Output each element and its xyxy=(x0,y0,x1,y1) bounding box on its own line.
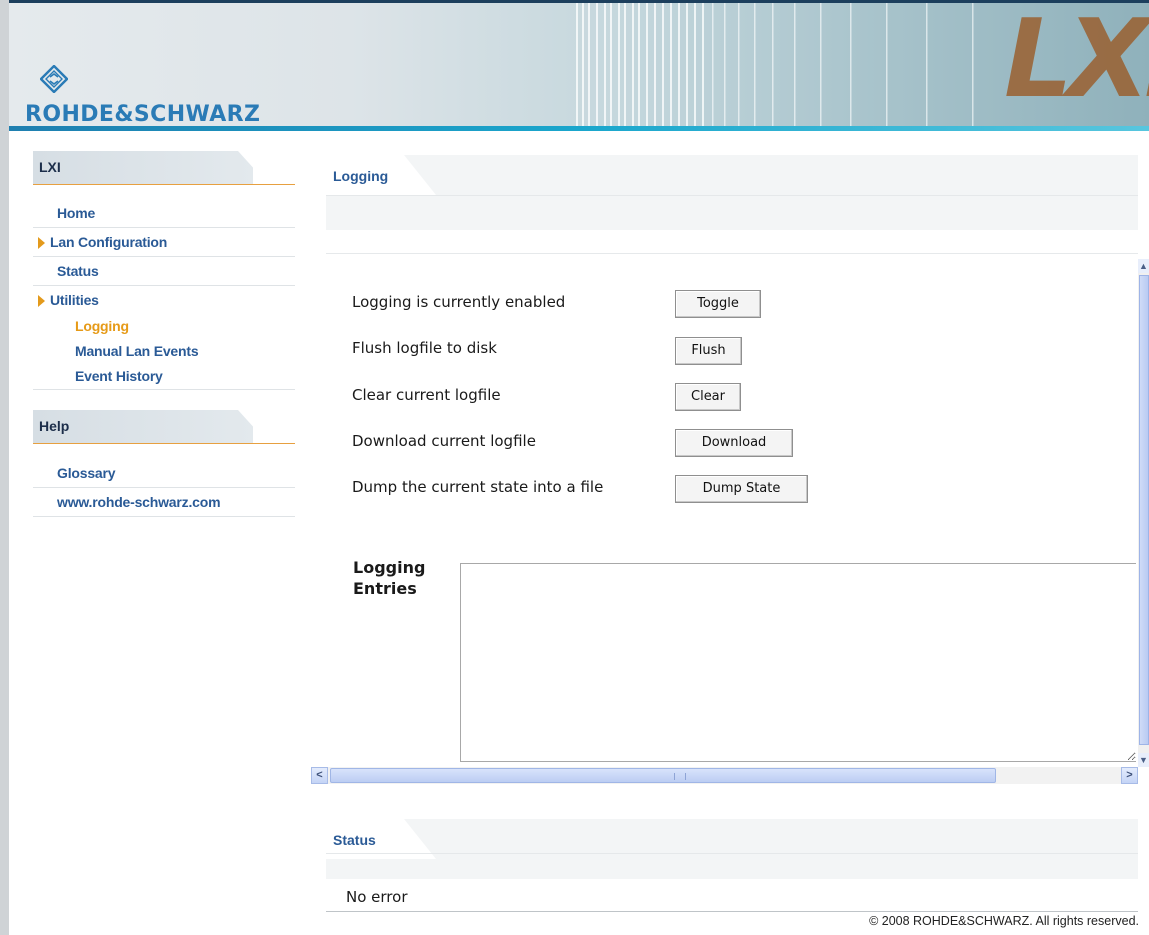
sidebar-subitem-logging[interactable]: Logging xyxy=(75,318,129,334)
header-bar xyxy=(576,3,578,131)
brand-name: ROHDE&SCHWARZ xyxy=(25,102,261,127)
horizontal-scroll-thumb[interactable] xyxy=(330,768,996,783)
caret-right-icon xyxy=(38,237,45,249)
logging-entries-textarea[interactable] xyxy=(460,563,1136,762)
lxi-logo: LXI xyxy=(1004,3,1149,124)
scroll-up-icon[interactable]: ▲ xyxy=(1138,259,1149,273)
status-section-header: Status xyxy=(326,819,1138,879)
header-bar xyxy=(702,3,704,131)
header-bar xyxy=(618,3,620,131)
flush-label: Flush logfile to disk xyxy=(352,339,497,357)
sidebar-item-lan-configuration[interactable]: Lan Configuration xyxy=(33,228,295,257)
logging-entries-label: Logging Entries xyxy=(353,558,426,598)
sidebar-item-label: Lan Configuration xyxy=(50,234,168,250)
scroll-right-icon[interactable]: > xyxy=(1121,767,1138,784)
sidebar-item-glossary[interactable]: Glossary xyxy=(33,459,295,488)
horizontal-scrollbar[interactable]: < > xyxy=(311,767,1138,784)
vertical-scroll-thumb[interactable] xyxy=(1139,275,1149,745)
sidebar-item-label: Utilities xyxy=(50,292,99,308)
sidebar-item-label: Home xyxy=(57,205,96,221)
header-bar xyxy=(632,3,634,131)
copyright-notice: © 2008 ROHDE&SCHWARZ. All rights reserve… xyxy=(869,914,1139,928)
header-bar xyxy=(926,3,928,131)
header-bar xyxy=(662,3,664,131)
header-bar xyxy=(588,3,590,131)
vertical-scrollbar[interactable]: ▲ ▼ xyxy=(1138,259,1149,767)
header-bar xyxy=(754,3,756,131)
header-bar xyxy=(972,3,974,131)
header-bar xyxy=(724,3,726,131)
header-bar xyxy=(678,3,680,131)
page-title: Logging xyxy=(333,168,389,184)
page-header: ROHDE&SCHWARZ LXI xyxy=(9,0,1149,131)
header-bar xyxy=(686,3,688,131)
download-button[interactable]: Download xyxy=(675,429,793,457)
header-decoration-bars xyxy=(576,3,974,131)
header-bar xyxy=(712,3,714,131)
header-bar xyxy=(772,3,774,131)
header-bar xyxy=(820,3,822,131)
header-bar xyxy=(582,3,584,131)
header-bar xyxy=(694,3,696,131)
scroll-down-icon[interactable]: ▼ xyxy=(1138,753,1149,767)
scroll-left-icon[interactable]: < xyxy=(311,767,328,784)
sidebar-item-status[interactable]: Status xyxy=(33,257,295,286)
brand-logo[interactable]: ROHDE&SCHWARZ xyxy=(22,65,322,131)
sidebar-section-help: Help xyxy=(33,410,295,444)
dump-state-label: Dump the current state into a file xyxy=(352,478,604,496)
rohde-schwarz-diamond-icon xyxy=(40,65,68,93)
sidebar-subitem-manual-lan-events[interactable]: Manual Lan Events xyxy=(75,343,199,359)
status-section-title: Status xyxy=(333,832,376,848)
header-bar xyxy=(646,3,648,131)
sidebar-item-utilities[interactable]: Utilities xyxy=(33,286,295,315)
sidebar-section-title: LXI xyxy=(39,159,61,175)
logging-status-label: Logging is currently enabled xyxy=(352,293,566,311)
lxi-logo-text: LXI xyxy=(1004,0,1149,122)
header-bar xyxy=(794,3,796,131)
caret-right-icon xyxy=(38,295,45,307)
toggle-button[interactable]: Toggle xyxy=(675,290,761,318)
logging-section-header: Logging xyxy=(326,155,1138,230)
header-bar xyxy=(610,3,612,131)
header-bar xyxy=(670,3,672,131)
flush-button[interactable]: Flush xyxy=(675,337,742,365)
header-bar xyxy=(596,3,598,131)
sidebar-divider xyxy=(33,389,295,390)
header-bar xyxy=(604,3,606,131)
header-bar xyxy=(738,3,740,131)
footer-divider xyxy=(326,911,1138,912)
status-message: No error xyxy=(346,888,408,906)
sidebar-item-label: www.rohde-schwarz.com xyxy=(57,494,221,510)
download-label: Download current logfile xyxy=(352,432,536,450)
sidebar-item-label: Glossary xyxy=(57,465,116,481)
header-bar xyxy=(638,3,640,131)
sidebar-item-rohde-schwarz-website[interactable]: www.rohde-schwarz.com xyxy=(33,488,295,517)
sidebar-item-home[interactable]: Home xyxy=(33,199,295,228)
sidebar-subitem-event-history[interactable]: Event History xyxy=(75,368,163,384)
sidebar-item-label: Status xyxy=(57,263,99,279)
header-bar xyxy=(850,3,852,131)
header-bar xyxy=(654,3,656,131)
sidebar-nav: LXI Home Lan Configuration Status Utilit… xyxy=(9,131,295,935)
clear-button[interactable]: Clear xyxy=(675,383,741,411)
header-bar xyxy=(886,3,888,131)
sidebar-section-title: Help xyxy=(39,418,70,434)
header-bar xyxy=(624,3,626,131)
dump-state-button[interactable]: Dump State xyxy=(675,475,808,503)
clear-label: Clear current logfile xyxy=(352,386,501,404)
sidebar-section-lxi: LXI xyxy=(33,151,295,185)
